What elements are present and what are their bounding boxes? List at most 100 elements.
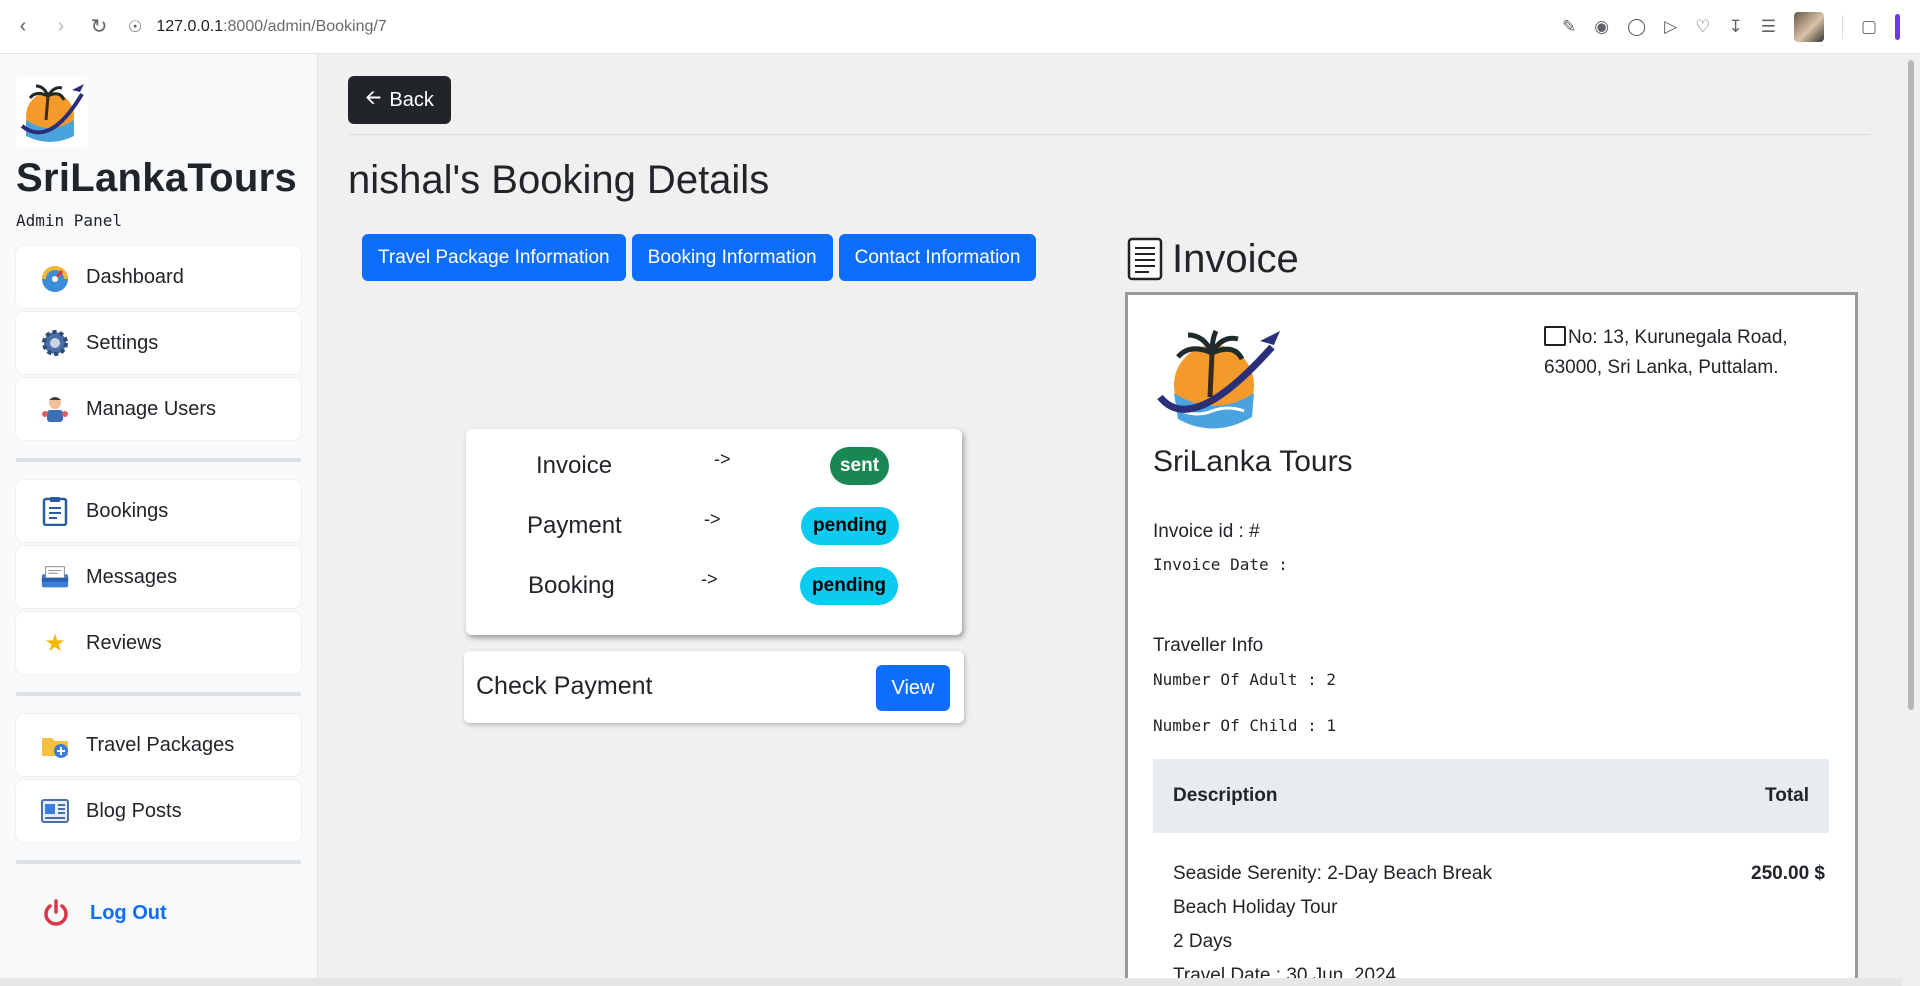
sidebar-item-manage-users[interactable]: Manage Users — [16, 378, 301, 440]
gear-icon — [40, 328, 70, 358]
page-scrollbar[interactable] — [1902, 54, 1920, 986]
users-icon — [40, 394, 70, 424]
brand-logo[interactable] — [16, 76, 88, 148]
toolbar-divider — [1841, 15, 1843, 39]
clipboard-icon — [40, 496, 70, 526]
item-duration: 2 Days — [1173, 931, 1233, 952]
status-arrow: -> — [701, 569, 718, 589]
sidebar-item-label: Manage Users — [86, 397, 217, 420]
heart-icon[interactable]: ♡ — [1695, 17, 1710, 37]
sidebar-divider — [16, 860, 301, 864]
status-badge: pending — [801, 507, 899, 545]
edit-icon[interactable]: ✎ — [1562, 17, 1576, 37]
sidebar-item-bookings[interactable]: Bookings — [16, 480, 301, 542]
main-content: 🡨 Back nishal's Booking Details Travel P… — [348, 54, 1893, 986]
sidebar-item-label: Dashboard — [86, 265, 184, 288]
tab-booking-information[interactable]: Booking Information — [631, 234, 833, 281]
folder-add-icon — [40, 730, 70, 760]
item-name: Seaside Serenity: 2-Day Beach Break — [1173, 863, 1492, 884]
check-payment-card: Check Payment View — [464, 651, 964, 723]
reload-icon[interactable]: ↻ — [80, 8, 118, 46]
horizontal-scrollbar[interactable] — [0, 978, 1902, 986]
back-arrow-icon[interactable]: ‹ — [4, 8, 42, 46]
sidebar-item-label: Travel Packages — [86, 733, 235, 756]
sidebar-item-messages[interactable]: Messages — [16, 546, 301, 608]
page-title-rest: 's Booking Details — [452, 158, 770, 202]
status-card: Invoice -> sent Payment -> pending Booki… — [466, 429, 962, 635]
invoice-heading-text: Invoice — [1172, 236, 1299, 281]
dashboard-gauge-icon — [40, 262, 70, 292]
status-row-payment: Payment -> pending — [466, 501, 962, 551]
sidebar-brand: SriLankaTours — [16, 156, 298, 200]
app-root: SriLankaTours Admin Panel Dashboard Sett… — [0, 54, 1920, 986]
sidebar-item-label: Reviews — [86, 631, 162, 654]
invoice-table-header: Description Total — [1153, 759, 1829, 833]
inbox-icon — [40, 562, 70, 592]
check-payment-label: Check Payment — [476, 672, 653, 700]
sidebar-item-travel-packages[interactable]: Travel Packages — [16, 714, 301, 776]
child-count: Number Of Child : 1 — [1153, 716, 1337, 735]
tab-travel-package-information[interactable]: Travel Package Information — [362, 234, 626, 281]
sidebar-item-label: Blog Posts — [86, 799, 182, 822]
sidebar-item-settings[interactable]: Settings — [16, 312, 301, 374]
document-icon — [1127, 237, 1163, 281]
address-text: No: 13, Kurunegala Road, 63000, Sri Lank… — [1544, 327, 1788, 378]
profile-avatar[interactable] — [1793, 12, 1824, 42]
power-icon — [40, 897, 72, 929]
sidebar-item-label: Messages — [86, 565, 178, 588]
building-icon — [1544, 326, 1566, 346]
info-tabs: Travel Package Information Booking Infor… — [362, 234, 1037, 281]
forward-arrow-icon[interactable]: › — [42, 8, 80, 46]
status-badge: sent — [830, 447, 889, 485]
company-address: No: 13, Kurunegala Road, 63000, Sri Lank… — [1544, 323, 1834, 383]
item-total: 250.00 $ — [1751, 863, 1825, 884]
booker-name: nishal — [348, 158, 453, 202]
cube-icon[interactable]: ▢ — [1861, 17, 1877, 37]
blog-icon — [40, 796, 70, 826]
invoice-panel: No: 13, Kurunegala Road, 63000, Sri Lank… — [1125, 292, 1858, 986]
column-total: Total — [1765, 785, 1809, 806]
sidebar-toggle[interactable] — [1895, 14, 1900, 40]
camera-icon[interactable]: ◉ — [1594, 17, 1609, 37]
url-path: :8000/admin/Booking/7 — [223, 17, 387, 35]
company-name: SriLanka Tours — [1153, 445, 1353, 478]
play-icon[interactable]: ▷ — [1664, 17, 1677, 37]
adult-count: Number Of Adult : 2 — [1153, 670, 1337, 689]
page-title: nishal's Booking Details — [348, 158, 769, 203]
status-arrow: -> — [704, 509, 721, 529]
status-label: Booking — [528, 572, 615, 599]
invoice-id: Invoice id : # — [1153, 521, 1260, 542]
view-payment-button[interactable]: View — [876, 665, 950, 711]
status-badge: pending — [800, 567, 898, 605]
status-arrow: -> — [714, 449, 731, 469]
traveller-info-heading: Traveller Info — [1153, 635, 1264, 656]
sidebar: SriLankaTours Admin Panel Dashboard Sett… — [0, 54, 318, 986]
menu-lines-icon[interactable]: ☰ — [1761, 17, 1776, 37]
status-row-invoice: Invoice -> sent — [466, 441, 962, 491]
item-type: Beach Holiday Tour — [1173, 897, 1338, 918]
tab-contact-information[interactable]: Contact Information — [838, 234, 1037, 281]
sidebar-item-blog-posts[interactable]: Blog Posts — [16, 780, 301, 842]
column-description: Description — [1173, 785, 1278, 806]
status-label: Payment — [527, 512, 622, 539]
sidebar-item-label: Bookings — [86, 499, 169, 522]
download-icon[interactable]: ↧ — [1728, 17, 1742, 37]
scrollbar-thumb[interactable] — [1908, 60, 1914, 710]
url-host: 127.0.0.1 — [156, 17, 224, 35]
shield-icon[interactable]: ◯ — [1627, 17, 1646, 37]
logout-label: Log Out — [90, 901, 167, 924]
header-divider — [348, 134, 1870, 135]
sidebar-item-reviews[interactable]: ★ Reviews — [16, 612, 301, 674]
status-row-booking: Booking -> pending — [466, 561, 962, 611]
sidebar-divider — [16, 458, 301, 462]
back-button[interactable]: 🡨 Back — [348, 76, 451, 124]
arrow-left-icon: 🡨 — [365, 87, 382, 109]
browser-toolbar: ‹ › ↻ ☉ 127.0.0.1:8000/admin/Booking/7 ✎… — [0, 0, 1920, 54]
invoice-date: Invoice Date : — [1153, 555, 1288, 574]
invoice-heading: Invoice — [1126, 236, 1299, 282]
sidebar-divider — [16, 692, 301, 696]
company-logo — [1157, 329, 1280, 429]
address-bar[interactable]: ☉ 127.0.0.1:8000/admin/Booking/7 — [128, 17, 387, 37]
sidebar-item-dashboard[interactable]: Dashboard — [16, 246, 301, 308]
logout-button[interactable]: Log Out — [16, 882, 301, 944]
